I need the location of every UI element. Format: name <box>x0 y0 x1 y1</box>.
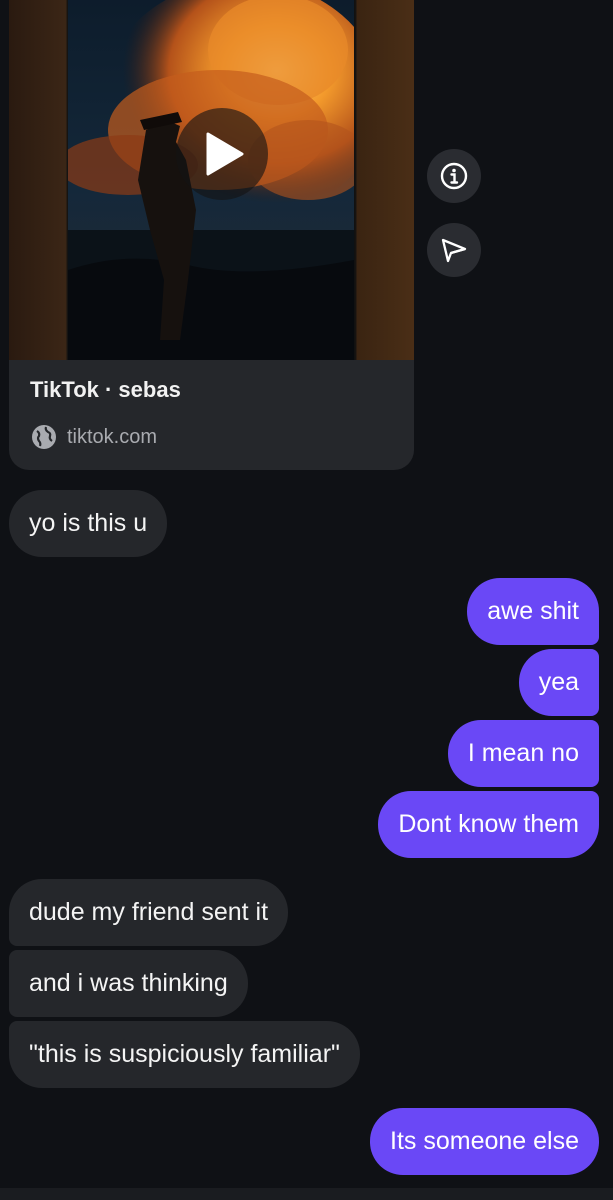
composer-edge <box>0 1188 613 1200</box>
message-bubble-outgoing[interactable]: Dont know them <box>378 791 599 858</box>
play-icon <box>206 132 244 176</box>
message-bubble-outgoing[interactable]: yea <box>518 649 599 716</box>
send-icon <box>441 238 467 263</box>
message-bubble-incoming[interactable]: dude my friend sent it <box>9 879 289 946</box>
play-button[interactable] <box>176 108 268 200</box>
info-button[interactable] <box>427 149 481 203</box>
message-bubble-outgoing[interactable]: I mean no <box>447 720 599 787</box>
message-bubble-incoming[interactable]: "this is suspiciously familiar" <box>9 1021 360 1088</box>
info-icon <box>440 162 468 190</box>
share-button[interactable] <box>427 223 481 277</box>
link-preview-card[interactable]: TikTok · sebas tiktok.com <box>9 0 414 470</box>
message-bubble-outgoing[interactable]: Its someone else <box>370 1108 599 1175</box>
link-domain: tiktok.com <box>67 425 158 448</box>
globe-icon <box>32 425 56 449</box>
message-bubble-incoming[interactable]: yo is this u <box>9 490 168 557</box>
link-title: TikTok · sebas <box>30 377 181 402</box>
video-thumbnail[interactable] <box>9 0 414 360</box>
message-bubble-outgoing[interactable]: awe shit <box>467 578 599 645</box>
link-domain-row: tiktok.com <box>31 422 157 452</box>
message-bubble-incoming[interactable]: and i was thinking <box>9 950 248 1017</box>
